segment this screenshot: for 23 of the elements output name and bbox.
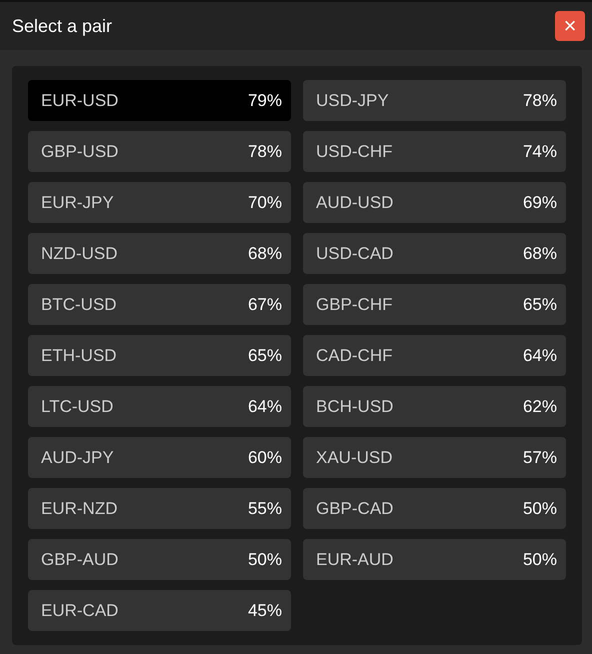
close-button[interactable]: ×: [555, 11, 585, 41]
pair-button[interactable]: ETH-USD 65%: [28, 335, 291, 376]
pair-button[interactable]: AUD-JPY 60%: [28, 437, 291, 478]
pair-button[interactable]: USD-CHF 74%: [303, 131, 566, 172]
pair-button[interactable]: EUR-CAD 45%: [28, 590, 291, 631]
pair-button[interactable]: GBP-CAD 50%: [303, 488, 566, 529]
pair-button[interactable]: AUD-USD 69%: [303, 182, 566, 223]
pair-button[interactable]: GBP-CHF 65%: [303, 284, 566, 325]
pair-button[interactable]: CAD-CHF 64%: [303, 335, 566, 376]
pair-button[interactable]: BTC-USD 67%: [28, 284, 291, 325]
pair-button[interactable]: BCH-USD 62%: [303, 386, 566, 427]
pair-button[interactable]: LTC-USD 64%: [28, 386, 291, 427]
pair-button[interactable]: NZD-USD 68%: [28, 233, 291, 274]
pair-button[interactable]: EUR-AUD 50%: [303, 539, 566, 580]
pair-button[interactable]: USD-JPY 78%: [303, 80, 566, 121]
pair-button[interactable]: XAU-USD 57%: [303, 437, 566, 478]
dialog-title: Select a pair: [12, 14, 112, 38]
pair-button[interactable]: EUR-NZD 55%: [28, 488, 291, 529]
pair-button[interactable]: USD-CAD 68%: [303, 233, 566, 274]
pair-button[interactable]: GBP-USD 78%: [28, 131, 291, 172]
pair-button[interactable]: EUR-JPY 70%: [28, 182, 291, 223]
pair-button[interactable]: EUR-USD 79%: [28, 80, 291, 121]
pair-button[interactable]: GBP-AUD 50%: [28, 539, 291, 580]
